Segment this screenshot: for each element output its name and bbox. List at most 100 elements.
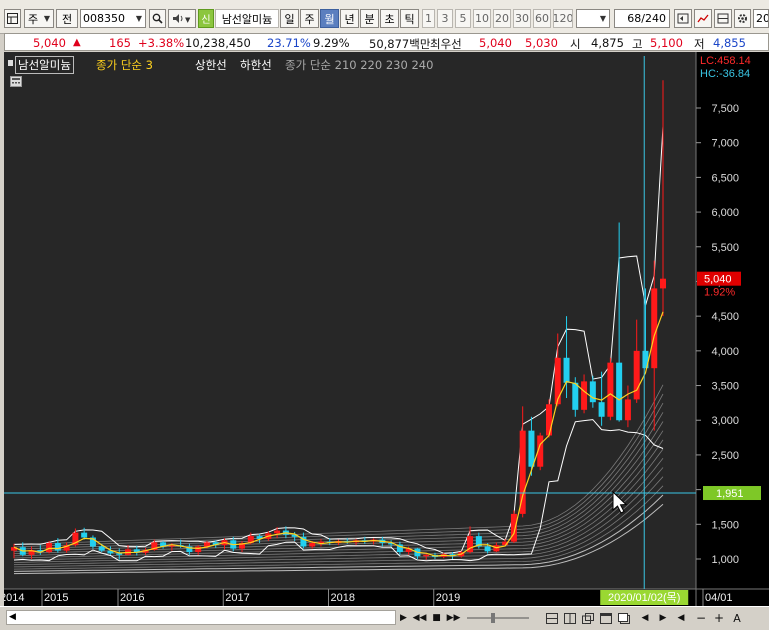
prev-label: 전 — [61, 12, 73, 26]
grid-icon[interactable] — [4, 9, 21, 28]
y-tick-label: 6,000 — [711, 207, 739, 219]
copy-icon[interactable] — [581, 610, 595, 626]
period-label: 주 — [304, 12, 315, 26]
interval-button[interactable]: 60 — [533, 9, 551, 28]
lc-label: LC:458.14 — [700, 55, 751, 67]
open-price: 4,875 — [591, 36, 624, 50]
up-arrow-icon: ▲ — [73, 37, 81, 48]
period-second-button[interactable]: 초 — [380, 9, 399, 28]
interval-label: 120 — [553, 12, 573, 25]
text-tool-icon[interactable]: A — [730, 610, 744, 626]
period-week-button[interactable]: 주 — [300, 9, 319, 28]
interval-button[interactable]: 5 — [455, 9, 471, 28]
candle-body — [633, 350, 640, 400]
plot-background — [4, 52, 696, 589]
zoom-slider[interactable] — [465, 610, 531, 626]
zoom-out-icon[interactable]: − — [694, 610, 708, 626]
legend-lower[interactable]: 하한선 — [240, 57, 272, 73]
candle-body — [423, 554, 430, 557]
arrow-left-icon[interactable] — [674, 9, 692, 28]
candle-body — [607, 362, 614, 417]
legend-upper[interactable]: 상한선 — [195, 57, 227, 73]
arrow-left-icon[interactable]: ◀ — [674, 610, 688, 626]
custom-interval-select[interactable]: ▼ — [576, 9, 610, 28]
y-tick-label: 4,500 — [711, 311, 739, 323]
y-tick-label: 7,500 — [711, 103, 739, 115]
period-tick-button[interactable]: 틱 — [400, 9, 419, 28]
x-tick-label: 2019 — [436, 592, 460, 604]
tool-icon[interactable] — [714, 9, 732, 28]
high-label: 고 — [632, 37, 643, 51]
y-tick-label: 4,000 — [711, 346, 739, 358]
ratio-pct: 9.29% — [313, 36, 350, 50]
hc-label: HC:-36.84 — [700, 68, 750, 80]
candle-body — [195, 546, 202, 553]
stock-name-field[interactable]: 남선알미늄 — [215, 9, 279, 28]
candlestick-chart[interactable]: 1,0001,5002,0002,5003,0003,5004,0004,500… — [4, 52, 769, 606]
interval-button[interactable]: 10 — [473, 9, 491, 28]
period-year-button[interactable]: 년 — [340, 9, 359, 28]
legend-stock-name[interactable]: 남선알미늄 — [15, 56, 74, 74]
candle-body — [563, 357, 570, 383]
horizontal-scrollbar[interactable]: ◀ — [6, 610, 396, 625]
x-tick-label: 2018 — [331, 592, 355, 604]
chart-area[interactable]: 1,0001,5002,0002,5003,0003,5004,0004,500… — [4, 52, 769, 606]
stack-icon[interactable] — [617, 610, 631, 626]
period-day-button[interactable]: 일 — [280, 9, 299, 28]
period-minute-button[interactable]: 분 — [360, 9, 379, 28]
legend-marker — [7, 57, 15, 66]
legend-long-ma[interactable]: 종가 단순 210 220 230 240 — [285, 57, 433, 73]
quote-bar: 5,040 ▲ 165 +3.38% 10,238,450 23.71% 9.2… — [4, 33, 769, 51]
prev-button[interactable]: 전 — [56, 9, 78, 28]
interval-button[interactable]: 120 — [553, 9, 573, 28]
stop-icon[interactable]: ■ — [431, 610, 442, 626]
y-tick-label: 7,000 — [711, 138, 739, 150]
turnover-pct: 23.71% — [267, 36, 311, 50]
code-input[interactable]: 008350 ▼ — [80, 9, 146, 28]
search-icon[interactable] — [149, 9, 166, 28]
arrow-left-icon[interactable]: ◀ — [638, 610, 652, 626]
interval-label: 60 — [535, 12, 549, 25]
code-value: 008350 — [83, 12, 125, 25]
interval-label: 5 — [459, 12, 467, 25]
candle-body — [274, 530, 281, 534]
y-tick-label: 5,500 — [711, 242, 739, 254]
candle — [607, 357, 614, 421]
interval-button[interactable]: 30 — [513, 9, 531, 28]
candle-body — [616, 362, 623, 421]
candle-body — [572, 382, 579, 410]
count-field[interactable]: 68/240 — [614, 9, 670, 28]
market-select[interactable]: 주 ▼ — [24, 9, 54, 28]
candle-body — [81, 532, 88, 538]
interval-button[interactable]: 1 — [422, 9, 435, 28]
arrow-right-icon[interactable] — [694, 9, 712, 28]
candle-body — [581, 381, 588, 410]
split-icon[interactable] — [563, 610, 577, 626]
interval-button[interactable]: 20 — [493, 9, 511, 28]
svg-text:▼: ▼ — [185, 16, 191, 24]
candle-body — [598, 402, 605, 417]
arrow-right-icon[interactable]: ▶ — [656, 610, 670, 626]
window-icon[interactable] — [599, 610, 613, 626]
legend-ma[interactable]: 종가 단순 3 — [96, 57, 153, 73]
zoom-in-icon[interactable]: + — [712, 610, 726, 626]
period-month-button[interactable]: 월 — [320, 9, 339, 28]
crosshair-price-badge-label: 1,951 — [716, 488, 744, 500]
scroll-left-icon[interactable]: ◀ — [9, 612, 16, 622]
scroll-right-icon[interactable]: ▶ — [398, 610, 409, 626]
layout-icon[interactable] — [545, 610, 559, 626]
period-label: 년 — [344, 12, 355, 26]
price-change-pct: +3.38% — [138, 36, 185, 50]
y-tick-label: 2,500 — [711, 450, 739, 462]
interval-button[interactable]: 3 — [437, 9, 453, 28]
calculator-icon[interactable] — [10, 76, 22, 90]
chevron-down-icon: ▼ — [135, 14, 142, 23]
gear-icon[interactable] — [734, 9, 751, 28]
speaker-icon[interactable]: ▼ — [168, 9, 196, 28]
first-icon[interactable]: ◀◀ — [413, 610, 427, 626]
last-icon[interactable]: ▶▶ — [447, 610, 461, 626]
interval-label: 3 — [441, 12, 449, 25]
zoom-field[interactable]: 20 — [753, 9, 769, 28]
period-label: 분 — [364, 12, 375, 26]
candle-body — [309, 543, 316, 547]
